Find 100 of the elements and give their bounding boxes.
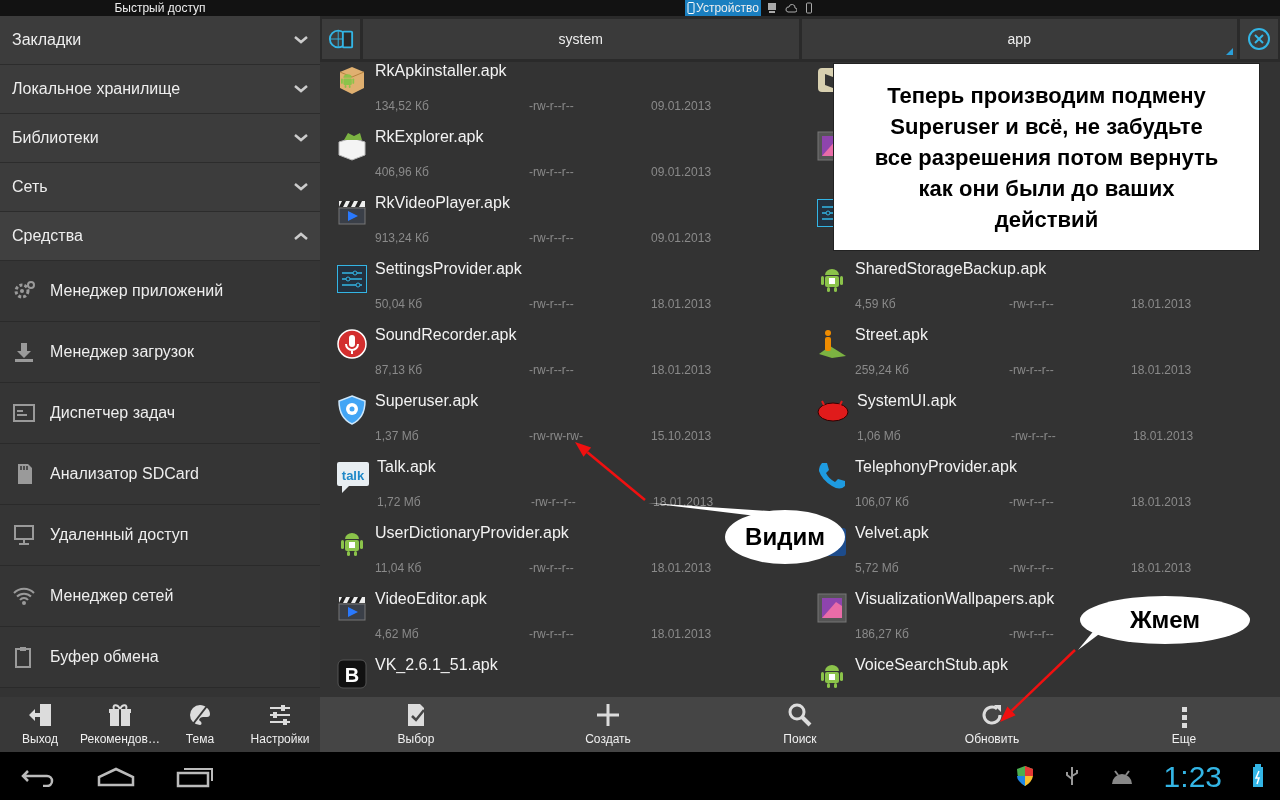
plus-icon xyxy=(595,702,621,728)
file-date: 18.01.2013 xyxy=(651,297,712,311)
palette-icon xyxy=(187,702,213,728)
file-size: 406,96 Кб xyxy=(375,165,429,179)
sidebar-section[interactable]: Локальное хранилище xyxy=(0,65,320,114)
file-name: VideoEditor.apk xyxy=(375,590,488,608)
gift-icon xyxy=(107,702,133,728)
file-permissions: -rw-r--r-- xyxy=(1009,495,1054,509)
search-icon xyxy=(787,702,813,728)
letter-tile-icon: B xyxy=(336,658,368,690)
sliders-icon xyxy=(267,702,293,728)
section-label: Закладки xyxy=(12,30,82,50)
annotation-arrow xyxy=(575,442,646,501)
file-name: SystemUI.apk xyxy=(857,392,958,410)
item-label: Диспетчер задач xyxy=(50,403,176,423)
clock: 1:23 xyxy=(1163,758,1222,795)
phone-icon xyxy=(804,2,813,14)
shield-icon xyxy=(1015,765,1034,787)
shield-icon xyxy=(336,394,368,426)
microphone-icon xyxy=(336,328,368,360)
file-permissions: -rw-r--r-- xyxy=(531,495,576,509)
file-permissions: -rw-r--r-- xyxy=(529,561,574,575)
usb-icon xyxy=(1063,765,1080,787)
file-permissions: -rw-r--r-- xyxy=(1009,627,1054,641)
file-date: 18.01.2013 xyxy=(651,627,712,641)
file-permissions: -rw-r--r-- xyxy=(529,231,574,245)
file-date: 18.01.2013 xyxy=(1131,297,1192,311)
file-name: RkVideoPlayer.apk xyxy=(375,194,511,212)
file-name: Superuser.apk xyxy=(375,392,480,410)
file-date: 18.01.2013 xyxy=(651,363,712,377)
file-size: 87,13 Кб xyxy=(375,363,423,377)
file-size: 259,24 Кб xyxy=(855,363,909,377)
file-date: 09.01.2013 xyxy=(651,165,712,179)
file-size: 913,24 Кб xyxy=(375,231,429,245)
sidebar-section[interactable]: Средства xyxy=(0,212,320,261)
path-segment[interactable]: app xyxy=(801,19,1237,59)
toolbar-button[interactable]: Выбор xyxy=(320,697,512,752)
file-size: 1,06 Мб xyxy=(857,429,901,443)
toolbar-button[interactable]: Выход xyxy=(0,697,80,752)
file-size: 5,72 Мб xyxy=(855,561,899,575)
picture-icon xyxy=(816,130,833,162)
file-permissions: -rw-r--r-- xyxy=(529,363,574,377)
close-button[interactable] xyxy=(1240,19,1278,59)
battery-icon xyxy=(1252,764,1264,788)
file-date: 18.01.2013 xyxy=(651,561,712,575)
file-permissions: -rw-r--r-- xyxy=(529,165,574,179)
toolbar-button[interactable]: Еще xyxy=(1088,697,1280,752)
file-name: SharedStorageBackup.apk xyxy=(855,260,1048,278)
file-name: SettingsProvider.apk xyxy=(375,260,523,278)
file-date: 18.01.2013 xyxy=(653,495,714,509)
file-size: 50,04 Кб xyxy=(375,297,423,311)
file-permissions: -rw-r--r-- xyxy=(1011,429,1056,443)
item-label: Буфер обмена xyxy=(50,647,159,667)
file-name: VK_2.6.1_51.apk xyxy=(375,656,498,674)
file-name: RkExplorer.apk xyxy=(375,128,485,146)
file-date: 15.10.2013 xyxy=(651,429,712,443)
sidebar-section[interactable]: Закладки xyxy=(0,16,320,65)
cloud-icon xyxy=(784,2,797,14)
desktop-icon xyxy=(766,2,777,14)
item-label: Удаленный доступ xyxy=(50,525,189,545)
toolbar-button[interactable]: Создать xyxy=(512,697,704,752)
item-label: Менеджер приложений xyxy=(50,281,224,301)
section-label: Средства xyxy=(12,226,83,246)
file-size: 4,62 Мб xyxy=(375,627,419,641)
file-date: 18.01.2013 xyxy=(1131,561,1192,575)
toolbar-button[interactable]: Настройки xyxy=(240,697,320,752)
file-name: Street.apk xyxy=(855,326,929,344)
path-segment[interactable]: system xyxy=(363,19,799,59)
more-icon xyxy=(1181,707,1187,728)
location-tab[interactable]: Устройство xyxy=(685,0,761,16)
file-permissions: -rw-r--r-- xyxy=(1009,363,1054,377)
close-icon xyxy=(1247,27,1271,51)
file-name: RkApkinstaller.apk xyxy=(375,62,508,80)
file-name: SoundRecorder.apk xyxy=(375,326,518,344)
file-date: 18.01.2013 xyxy=(1131,495,1192,509)
file-size: 1,37 Мб xyxy=(375,429,419,443)
item-label: Менеджер загрузок xyxy=(50,342,194,362)
file-name: VisualizationWallpapers.apk xyxy=(855,590,1056,608)
item-label: Анализатор SDCard xyxy=(50,464,199,484)
file-name: VoiceSearchStub.apk xyxy=(855,656,1008,674)
file-permissions: -rw-r--r-- xyxy=(529,297,574,311)
sidebar-section[interactable]: Библиотеки xyxy=(0,114,320,163)
file-size: 186,27 Кб xyxy=(855,627,909,641)
toolbar-button[interactable]: Тема xyxy=(160,697,240,752)
section-label: Библиотеки xyxy=(12,128,99,148)
toolbar-button[interactable]: Поиск xyxy=(704,697,896,752)
picture-icon xyxy=(816,592,848,624)
sidebar-section[interactable]: Сеть xyxy=(0,163,320,212)
file-size: 4,59 Кб xyxy=(855,297,896,311)
toolbar-button[interactable]: Обновить xyxy=(896,697,1088,752)
file-permissions: -rw-r--r-- xyxy=(1009,297,1054,311)
file-date: 09.01.2013 xyxy=(651,99,712,113)
panel-title: Быстрый доступ xyxy=(113,0,207,16)
annotation-note: Теперь производим подмену Superuser и всё, не забудьте все разрешения потом вернуть как они были до ваших действий xyxy=(833,63,1260,251)
download-icon xyxy=(12,340,36,364)
file-permissions: -rw-r--r-- xyxy=(529,99,574,113)
section-label: Локальное хранилище xyxy=(12,79,181,99)
toolbar-button[interactable]: Рекомендов… xyxy=(80,697,160,752)
recents-icon xyxy=(176,765,214,788)
storage-button[interactable] xyxy=(322,19,360,59)
